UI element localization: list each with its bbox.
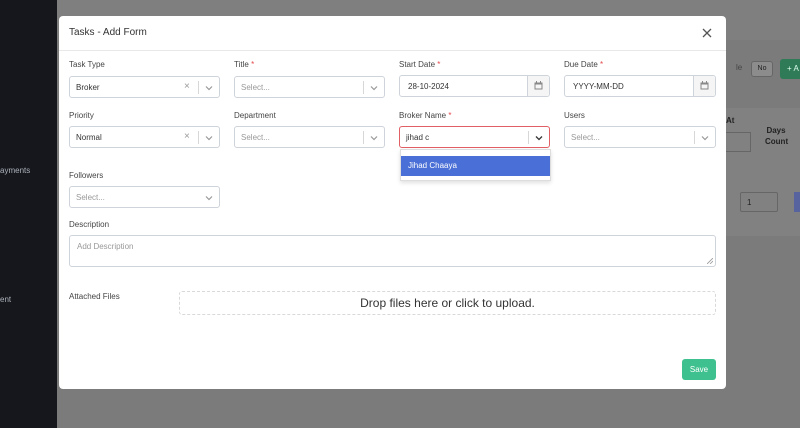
task-type-select[interactable]: Broker × xyxy=(69,76,220,98)
select-separator xyxy=(198,131,199,144)
chevron-down-icon[interactable] xyxy=(204,133,214,143)
background-sidebar: ayments ent xyxy=(0,0,57,428)
background-add-button: + A xyxy=(780,59,800,79)
background-sidebar-item: ent xyxy=(0,295,12,304)
chevron-down-icon[interactable] xyxy=(700,133,710,143)
description-label: Description xyxy=(69,220,110,229)
task-type-value: Broker xyxy=(76,83,100,92)
calendar-icon[interactable] xyxy=(693,76,715,96)
close-icon[interactable] xyxy=(700,26,714,40)
background-table-band xyxy=(726,108,800,236)
title-label: Title * xyxy=(234,60,255,69)
clear-icon[interactable]: × xyxy=(184,132,190,142)
background-column-at: At xyxy=(726,116,735,125)
users-select[interactable]: Select... xyxy=(564,126,716,148)
chevron-down-icon[interactable] xyxy=(369,83,379,93)
due-date-input[interactable]: YYYY-MM-DD xyxy=(564,75,716,97)
users-placeholder: Select... xyxy=(571,133,600,142)
attached-files-label: Attached Files xyxy=(69,292,120,301)
chevron-down-icon[interactable] xyxy=(534,133,544,143)
file-dropzone[interactable]: Drop files here or click to upload. xyxy=(179,291,716,315)
title-select[interactable]: Select... xyxy=(234,76,385,98)
start-date-label: Start Date * xyxy=(399,60,441,69)
select-separator xyxy=(363,81,364,94)
background-toggle: No xyxy=(751,61,773,77)
department-placeholder: Select... xyxy=(241,133,270,142)
dropzone-text: Drop files here or click to upload. xyxy=(360,296,535,310)
chevron-down-icon[interactable] xyxy=(369,133,379,143)
start-date-input[interactable]: 28-10-2024 xyxy=(399,75,550,97)
followers-select[interactable]: Select... xyxy=(69,186,220,208)
description-placeholder: Add Description xyxy=(77,242,134,251)
select-separator xyxy=(363,131,364,144)
resize-handle-icon[interactable] xyxy=(707,258,713,264)
background-toggle-label: le xyxy=(736,63,743,72)
priority-value: Normal xyxy=(76,133,102,142)
users-label: Users xyxy=(564,111,585,120)
followers-label: Followers xyxy=(69,171,104,180)
save-button[interactable]: Save xyxy=(682,359,716,380)
select-separator xyxy=(528,131,529,144)
background-days-input: 1 xyxy=(740,192,778,212)
add-task-modal: Tasks - Add Form Task Type Broker × Titl… xyxy=(59,16,726,389)
background-column-days-count: Days Count xyxy=(765,126,789,146)
chevron-down-icon[interactable] xyxy=(204,83,214,93)
description-textarea[interactable]: Add Description xyxy=(69,235,716,267)
modal-header: Tasks - Add Form xyxy=(59,16,726,51)
clear-icon[interactable]: × xyxy=(184,82,190,92)
followers-placeholder: Select... xyxy=(76,193,105,202)
select-separator xyxy=(198,81,199,94)
due-date-placeholder: YYYY-MM-DD xyxy=(573,82,624,91)
calendar-icon[interactable] xyxy=(527,76,549,96)
background-blue-button xyxy=(794,192,800,212)
broker-name-label: Broker Name * xyxy=(399,111,452,120)
department-label: Department xyxy=(234,111,276,120)
broker-name-search-value[interactable]: jihad c xyxy=(406,133,429,142)
broker-name-dropdown: Jihad Chaaya xyxy=(400,149,551,181)
chevron-down-icon[interactable] xyxy=(204,193,214,203)
priority-select[interactable]: Normal × xyxy=(69,126,220,148)
select-separator xyxy=(694,131,695,144)
task-type-label: Task Type xyxy=(69,60,105,69)
department-select[interactable]: Select... xyxy=(234,126,385,148)
title-placeholder: Select... xyxy=(241,83,270,92)
start-date-value: 28-10-2024 xyxy=(408,82,449,91)
background-sidebar-item-payments: ayments xyxy=(0,166,31,175)
due-date-label: Due Date * xyxy=(564,60,604,69)
priority-label: Priority xyxy=(69,111,94,120)
modal-title: Tasks - Add Form xyxy=(69,27,147,38)
background-input-box xyxy=(722,132,751,152)
broker-name-select[interactable]: jihad c xyxy=(399,126,550,148)
dropdown-option[interactable]: Jihad Chaaya xyxy=(401,156,550,176)
